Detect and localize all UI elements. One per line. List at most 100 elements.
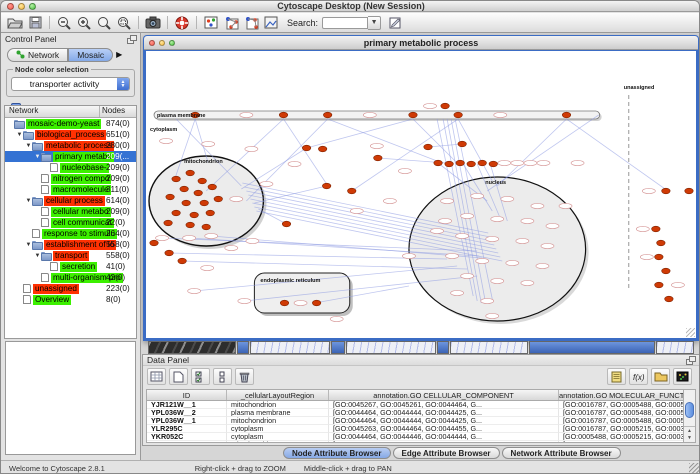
delete-attribute-icon[interactable] [235,368,254,385]
tab-mosaic[interactable]: Mosaic [68,48,113,62]
tree-expander-icon[interactable]: ▼ [34,154,41,160]
tab-network[interactable]: Network [7,48,68,62]
graph-node[interactable] [665,296,673,302]
graph-node[interactable] [657,240,665,246]
tree-row[interactable]: nitrogen compo209(0) [5,173,136,184]
table-column-header[interactable]: annotation.GO CELLULAR_COMPONENT [329,390,559,400]
tree-expander-icon[interactable]: ▼ [25,198,32,204]
graph-node[interactable] [562,112,570,118]
function-builder-icon[interactable]: f(x) [629,368,648,385]
graph-node[interactable] [194,190,202,196]
graph-node[interactable] [685,188,693,194]
graph-node[interactable] [655,282,663,288]
float-panel-icon[interactable] [127,35,136,43]
table-column-header[interactable]: ID [147,390,227,400]
graph-node[interactable] [322,183,330,189]
graph-node[interactable] [180,186,188,192]
hide-selected-icon[interactable] [221,14,241,31]
graph-node[interactable] [190,212,198,218]
graph-node[interactable] [318,146,326,152]
graph-node[interactable] [655,254,663,260]
create-attribute-icon[interactable] [169,368,188,385]
tab-overflow-icon[interactable]: ▶ [116,50,122,59]
graph-node[interactable] [282,221,290,227]
tree-row[interactable]: ▼cellular process614(0) [5,195,136,206]
graph-node[interactable] [662,268,670,274]
table-row[interactable]: YLR295Ccytoplasm[GO:0045263, GO:0044464,… [147,425,683,433]
graph-node[interactable] [312,300,320,306]
minimized-window-fragment[interactable] [437,341,449,354]
search-dropdown-icon[interactable]: ▼ [368,16,381,30]
tree-expander-icon[interactable]: ▼ [25,242,32,248]
table-row[interactable]: YKR052Ccytoplasm[GO:0044464, GO:0044446,… [147,433,683,441]
graph-node[interactable] [445,161,453,167]
table-row[interactable]: YDR039C__1mitochondrion[GO:0044464, GO:0… [147,441,683,442]
tree-row[interactable]: response to stimulu264(0) [5,228,136,239]
attribute-matrix-icon[interactable] [673,368,692,385]
graph-node[interactable] [186,170,194,176]
canvas-resize-grip[interactable] [686,328,695,337]
graph-node[interactable] [202,224,210,230]
help-icon[interactable] [172,14,192,31]
graphics-details-icon[interactable] [261,14,281,31]
search-input[interactable] [322,17,368,29]
tree-col-nodes[interactable]: Nodes [100,106,136,117]
graph-node[interactable] [280,300,288,306]
graph-node[interactable] [178,258,186,264]
tab-network-attribute-browser[interactable]: Network Attribute Browser [502,447,621,459]
graph-node[interactable] [164,220,172,226]
open-session-icon[interactable] [5,14,25,31]
minimized-window-fragment[interactable] [237,341,249,354]
graph-node[interactable] [434,160,442,166]
tree-row[interactable]: cell communicat22(0) [5,217,136,228]
table-column-header[interactable]: annotation.GO MOLECULAR_FUNCTION [559,390,683,400]
graph-node[interactable] [182,200,190,206]
tree-expander-icon[interactable]: ▼ [34,253,41,259]
tree-row[interactable]: mosaic-demo-yeast874(0) [5,118,136,129]
export-image-icon[interactable] [143,14,163,31]
minimized-window-fragment[interactable] [656,341,694,354]
graph-node[interactable] [150,240,158,246]
attribute-list-icon[interactable] [213,368,232,385]
tree-row[interactable]: ▼transport558(0) [5,250,136,261]
tree-expander-icon[interactable]: ▼ [16,132,23,138]
graph-node[interactable] [172,176,180,182]
minimized-window-fragment[interactable] [346,341,436,354]
app-resize-grip[interactable] [689,463,699,473]
graph-node[interactable] [172,210,180,216]
tree-row[interactable]: ▼metabolic process280(0) [5,140,136,151]
graph-node[interactable] [166,194,174,200]
graph-node[interactable] [323,112,331,118]
scroll-down-icon[interactable]: ▼ [687,435,692,442]
tree-row[interactable]: macromolecule311(0) [5,184,136,195]
graph-node[interactable] [198,178,206,184]
graph-node[interactable] [441,103,449,109]
tab-edge-attribute-browser[interactable]: Edge Attribute Browser [393,447,500,459]
zoom-selected-region-icon[interactable] [114,14,134,31]
save-session-icon[interactable] [25,14,45,31]
table-row[interactable]: YPL036W__1mitochondrion[GO:0044464, GO:0… [147,417,683,425]
tree-row[interactable]: multi-organism pro42(0) [5,272,136,283]
graph-node[interactable] [478,160,486,166]
graph-node[interactable] [186,222,194,228]
graph-node[interactable] [279,112,287,118]
minimized-window-fragment[interactable] [331,341,345,354]
minimized-window-fragment[interactable] [148,341,236,354]
tree-row[interactable]: unassigned223(0) [5,283,136,294]
graph-node[interactable] [652,226,660,232]
table-column-header[interactable]: _cellularLayoutRegion [227,390,329,400]
graph-node[interactable] [662,188,670,194]
data-panel-float-icon[interactable] [686,356,695,364]
graph-node[interactable] [214,196,222,202]
graph-node[interactable] [302,145,310,151]
graph-node[interactable] [489,161,497,167]
zoom-out-icon[interactable] [54,14,74,31]
table-row[interactable]: YPL036W__2plasma membrane[GO:0044464, GO… [147,409,683,417]
tree-row[interactable]: secretion41(0) [5,261,136,272]
graph-node[interactable] [206,210,214,216]
select-attributes-icon[interactable] [147,368,166,385]
graph-node[interactable] [165,250,173,256]
attribute-editor-icon[interactable] [607,368,626,385]
tree-row[interactable]: cellular metabo209(0) [5,206,136,217]
zoom-in-icon[interactable] [74,14,94,31]
